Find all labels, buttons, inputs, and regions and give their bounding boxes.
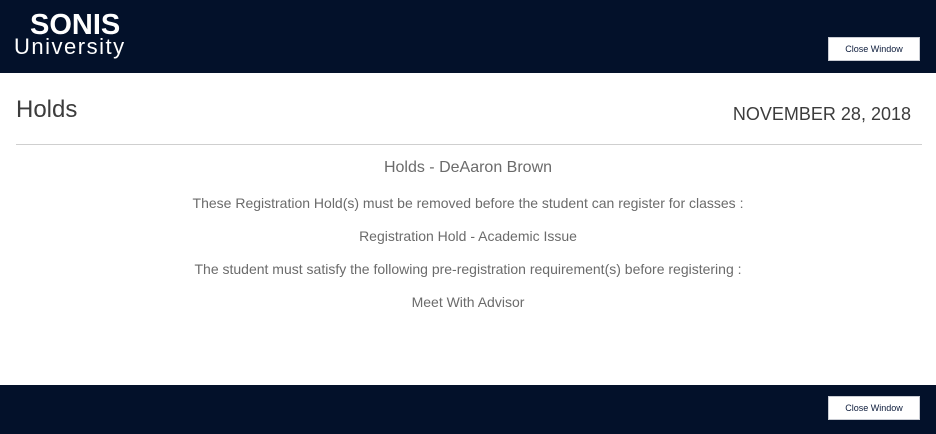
page-date: NOVEMBER 28, 2018 [732, 104, 911, 124]
footer-bar [0, 385, 936, 434]
preregistration-requirement-item: Meet With Advisor [411, 294, 525, 310]
holds-heading: Holds - DeAaron Brown [383, 159, 553, 176]
registration-hold-item: Registration Hold - Academic Issue [359, 228, 577, 244]
close-window-button-bottom[interactable]: Close Window [828, 396, 920, 420]
registration-holds-intro: These Registration Hold(s) must be remov… [192, 195, 744, 211]
university-logo: SONIS University [14, 10, 144, 60]
page-title: Holds [16, 96, 78, 123]
divider [16, 144, 922, 145]
preregistration-intro: The student must satisfy the following p… [194, 261, 742, 277]
logo-line-2: University [14, 34, 126, 59]
header-bar: SONIS University Close Window [0, 0, 936, 73]
close-window-button-top[interactable]: Close Window [828, 37, 920, 61]
